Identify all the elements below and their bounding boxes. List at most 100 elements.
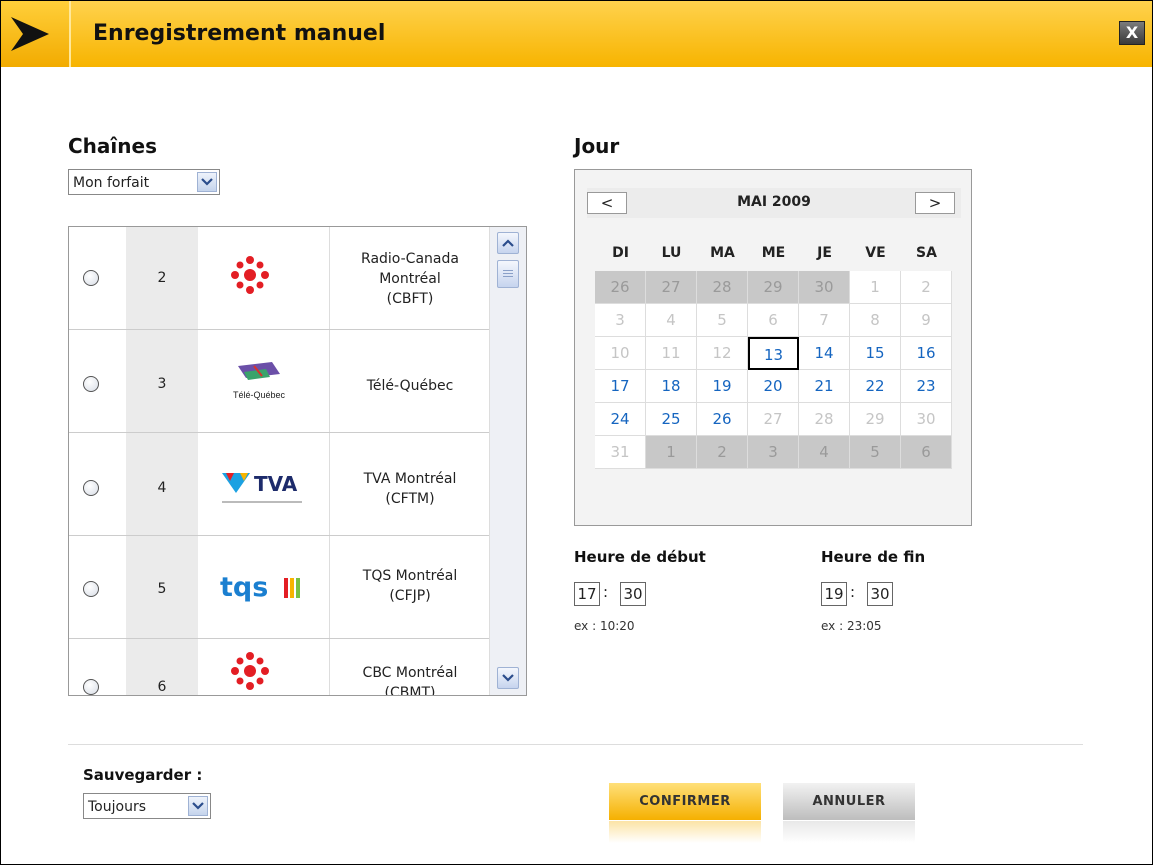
calendar-day: 31	[595, 436, 646, 469]
calendar-day: 29	[748, 271, 799, 304]
calendar-day: 7	[799, 304, 850, 337]
calendar-day[interactable]: 17	[595, 370, 646, 403]
svg-text:TVA: TVA	[254, 472, 298, 496]
calendar-day: 9	[901, 304, 952, 337]
title-bar: Enregistrement manuel X	[1, 1, 1152, 67]
weekday-label: MA	[710, 245, 735, 261]
prev-month-button[interactable]: <	[587, 192, 627, 214]
chevron-down-icon[interactable]	[188, 796, 208, 816]
channel-row-3[interactable]: 3 Télé-Québec Télé-Québec	[69, 330, 489, 433]
channels-heading: Chaînes	[68, 134, 157, 158]
calendar-day: 5	[697, 304, 748, 337]
channel-radio[interactable]	[83, 376, 99, 392]
calendar-day: 26	[595, 271, 646, 304]
calendar-day[interactable]: 25	[646, 403, 697, 436]
tqs-logo: tqs	[198, 536, 330, 638]
channel-row-4[interactable]: 4 TVA TVA Montréal (CFTM)	[69, 433, 489, 536]
footer-divider	[68, 744, 1083, 745]
calendar-day[interactable]: 26	[697, 403, 748, 436]
calendar-header: MAI 2009 < >	[587, 188, 961, 218]
calendar-day: 27	[646, 271, 697, 304]
recording-dialog: Enregistrement manuel X Chaînes Mon forf…	[0, 0, 1153, 865]
weekday-label: LU	[661, 245, 682, 261]
calendar-day: 10	[595, 337, 646, 370]
calendar-day: 6	[901, 436, 952, 469]
time-separator: :	[850, 583, 856, 601]
calendar-day[interactable]: 14	[799, 337, 850, 370]
calendar-day: 6	[748, 304, 799, 337]
channel-radio[interactable]	[83, 581, 99, 597]
scroll-up-button[interactable]	[497, 232, 519, 254]
svg-text:tqs: tqs	[220, 572, 268, 602]
end-minute-input[interactable]: 30	[867, 582, 893, 606]
calendar-day: 8	[850, 304, 901, 337]
calendar-day: 4	[646, 304, 697, 337]
title-separator	[69, 1, 71, 67]
channel-number: 4	[157, 480, 167, 496]
calendar-day: 12	[697, 337, 748, 370]
scroll-thumb[interactable]	[497, 260, 519, 288]
channel-radio[interactable]	[83, 679, 99, 695]
calendar-day: 2	[697, 436, 748, 469]
channel-filter-select[interactable]: Mon forfait	[68, 169, 220, 195]
tele-quebec-logo: Télé-Québec	[198, 330, 330, 432]
calendar-day[interactable]: 15	[850, 337, 901, 370]
calendar-day: 30	[799, 271, 850, 304]
chevron-down-icon[interactable]	[197, 172, 217, 192]
channel-name: TVA Montréal (CFTM)	[363, 471, 457, 507]
chevron-right-icon	[11, 17, 49, 51]
channel-number: 5	[157, 581, 167, 597]
channel-radio[interactable]	[83, 480, 99, 496]
channel-list-scrollbar[interactable]	[489, 227, 526, 695]
calendar-day[interactable]: 22	[850, 370, 901, 403]
calendar-day: 4	[799, 436, 850, 469]
save-label: Sauvegarder :	[83, 766, 203, 784]
end-hour-input[interactable]: 19	[821, 582, 847, 606]
scroll-down-button[interactable]	[497, 667, 519, 689]
calendar-day: 30	[901, 403, 952, 436]
channel-row-6[interactable]: 6 CBC Montréal (CBMT)	[69, 639, 489, 696]
calendar-day[interactable]: 13	[748, 337, 799, 370]
cbc-logo	[198, 639, 330, 695]
confirm-button[interactable]: CONFIRMER	[609, 783, 761, 820]
calendar-day[interactable]: 24	[595, 403, 646, 436]
chevron-up-icon	[502, 239, 514, 247]
calendar-day[interactable]: 16	[901, 337, 952, 370]
next-month-button[interactable]: >	[915, 192, 955, 214]
time-separator: :	[603, 583, 609, 601]
weekday-label: SA	[916, 245, 937, 261]
start-minute-input[interactable]: 30	[620, 582, 646, 606]
channel-name: Radio-Canada Montréal (CBFT)	[361, 251, 459, 307]
tva-logo: TVA	[198, 433, 330, 535]
calendar-day: 5	[850, 436, 901, 469]
start-hour-input[interactable]: 17	[574, 582, 600, 606]
channel-list: 2 Radio-Canada Montréal (CBFT) 3 Télé-Qu…	[68, 226, 527, 696]
save-mode-value: Toujours	[88, 799, 146, 815]
calendar-day[interactable]: 19	[697, 370, 748, 403]
calendar-month-label: MAI 2009	[737, 194, 811, 210]
calendar-day: 29	[850, 403, 901, 436]
channel-name: Télé-Québec	[366, 378, 454, 394]
channel-row-5[interactable]: 5 tqs TQS Montréal (CFJP)	[69, 536, 489, 639]
channel-number: 3	[157, 376, 167, 392]
cancel-button[interactable]: ANNULER	[783, 783, 915, 820]
close-button[interactable]: X	[1119, 21, 1145, 45]
channel-number-cell: 4	[126, 433, 198, 535]
channel-filter-value: Mon forfait	[73, 175, 150, 191]
radio-canada-logo	[198, 227, 330, 329]
calendar-day[interactable]: 21	[799, 370, 850, 403]
channel-radio[interactable]	[83, 270, 99, 286]
channel-number-cell: 6	[126, 639, 198, 695]
calendar-day[interactable]: 18	[646, 370, 697, 403]
channel-row-2[interactable]: 2 Radio-Canada Montréal (CBFT)	[69, 227, 489, 330]
channel-number-cell: 5	[126, 536, 198, 638]
save-mode-select[interactable]: Toujours	[83, 793, 211, 819]
calendar-day: 28	[799, 403, 850, 436]
channel-name: CBC Montréal (CBMT)	[362, 665, 458, 696]
chevron-down-icon	[502, 674, 514, 682]
calendar-day: 3	[595, 304, 646, 337]
brand-logo	[1, 1, 69, 67]
calendar-day[interactable]: 23	[901, 370, 952, 403]
calendar-day[interactable]: 20	[748, 370, 799, 403]
channel-number-cell: 2	[126, 227, 198, 329]
